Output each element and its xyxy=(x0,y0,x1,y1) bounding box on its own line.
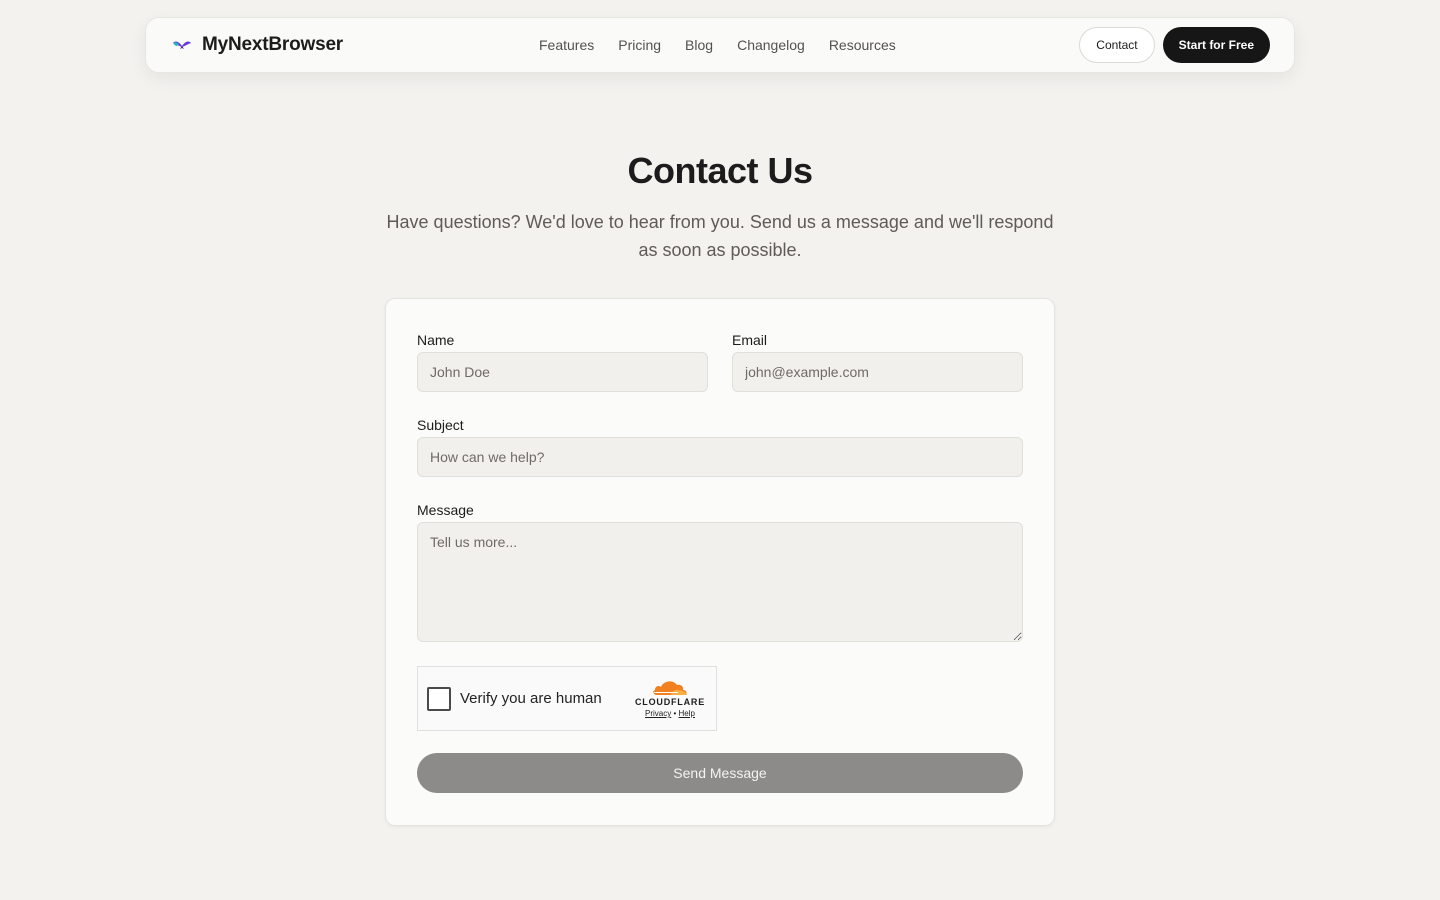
send-message-button[interactable]: Send Message xyxy=(417,753,1023,793)
cloudflare-links: Privacy • Help xyxy=(632,709,708,718)
captcha-help-link[interactable]: Help xyxy=(679,709,695,718)
subject-label: Subject xyxy=(417,417,464,433)
start-for-free-button[interactable]: Start for Free xyxy=(1162,27,1270,63)
top-navbar: MyNextBrowser Features Pricing Blog Chan… xyxy=(145,17,1295,73)
nav-links: Features Pricing Blog Changelog Resource… xyxy=(539,18,896,72)
nav-link-pricing[interactable]: Pricing xyxy=(618,37,661,53)
captcha-privacy-link[interactable]: Privacy xyxy=(645,709,671,718)
captcha-link-separator: • xyxy=(673,709,677,718)
captcha-text: Verify you are human xyxy=(460,690,602,707)
contact-form: Name Email Subject Message Verify you ar… xyxy=(385,298,1055,826)
brand[interactable]: MyNextBrowser xyxy=(172,34,343,56)
nav-link-features[interactable]: Features xyxy=(539,37,594,53)
nav-link-resources[interactable]: Resources xyxy=(829,37,896,53)
name-label: Name xyxy=(417,332,455,348)
nav-link-changelog[interactable]: Changelog xyxy=(737,37,805,53)
hero: Contact Us Have questions? We'd love to … xyxy=(0,150,1440,264)
name-input[interactable] xyxy=(417,352,708,392)
nav-actions: Contact Start for Free xyxy=(1079,27,1270,63)
subject-input[interactable] xyxy=(417,437,1023,477)
brand-name: MyNextBrowser xyxy=(202,34,344,55)
email-label: Email xyxy=(732,332,768,348)
cloudflare-brand: CLOUDFLARE Privacy • Help xyxy=(632,678,708,718)
message-textarea[interactable] xyxy=(417,522,1023,642)
cloudflare-cloud-icon xyxy=(653,681,687,695)
email-input[interactable] xyxy=(732,352,1023,392)
contact-button[interactable]: Contact xyxy=(1079,27,1155,63)
brand-logo-icon xyxy=(173,41,191,49)
message-label: Message xyxy=(417,502,474,518)
page-subtitle: Have questions? We'd love to hear from y… xyxy=(386,212,1054,260)
captcha-widget: Verify you are human CLOUDFLARE Privacy … xyxy=(417,666,717,731)
nav-link-blog[interactable]: Blog xyxy=(685,37,713,53)
captcha-checkbox[interactable] xyxy=(427,686,451,711)
page-title: Contact Us xyxy=(627,150,813,191)
cloudflare-wordmark: CLOUDFLARE xyxy=(635,697,705,707)
